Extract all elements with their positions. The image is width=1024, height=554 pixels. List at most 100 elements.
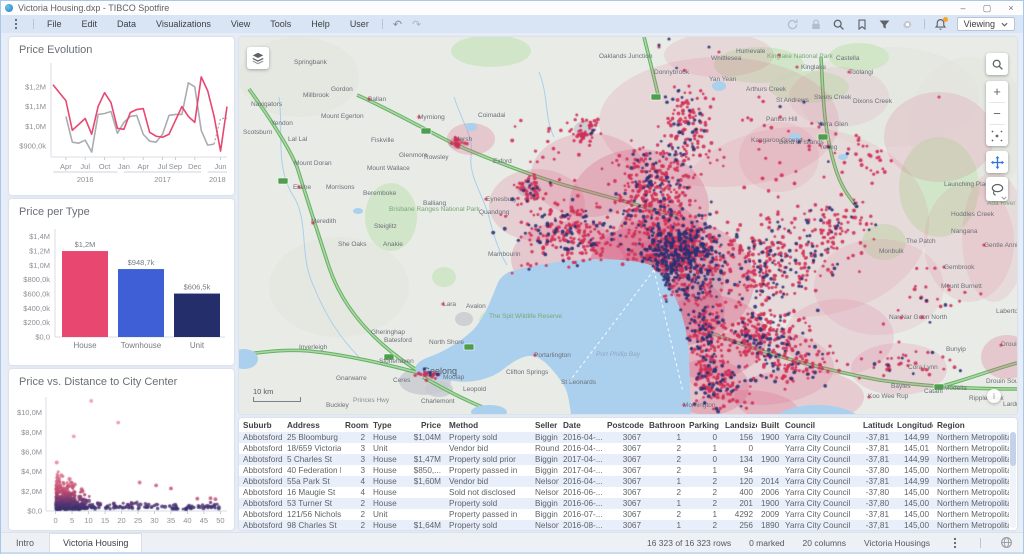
- bookmarks-icon[interactable]: [855, 17, 869, 31]
- menu-item-visualizations[interactable]: Visualizations: [153, 17, 214, 31]
- table-row[interactable]: Abbotsford 121/56 Nicholso... 2 Unit Propert…: [239, 509, 1009, 520]
- price-distance-chart[interactable]: $0,0 $2,0M $4,0M $6,0M $8,0M $10,0M 0 5 10 15 20 25…: [9, 389, 234, 529]
- table-scrollbar[interactable]: [1010, 432, 1016, 528]
- column-header-parking[interactable]: Parking: [685, 418, 721, 432]
- zoom-out-button[interactable]: −: [986, 103, 1008, 124]
- menu-item-edit[interactable]: Edit: [79, 17, 101, 31]
- notifications-icon[interactable]: [934, 17, 948, 31]
- price-per-type-chart[interactable]: $1,4M $1,2M $1,0M $800,0k $600,0k $400,0k $200…: [9, 219, 234, 363]
- status-more-icon[interactable]: [948, 536, 962, 550]
- table-row[interactable]: Abbotsford 18/659 Victoria St 3 Unit Vendor …: [239, 443, 1009, 454]
- menu-item-file[interactable]: File: [44, 17, 65, 31]
- more-menu-icon[interactable]: [9, 17, 23, 31]
- map-label: Navigators: [251, 101, 283, 108]
- globe-icon[interactable]: [999, 536, 1013, 550]
- map-label: St Leonards: [561, 379, 597, 386]
- pan-tool-button[interactable]: [986, 151, 1008, 173]
- column-header-longitude[interactable]: Longitude: [893, 418, 933, 432]
- map-label: Yan Yean: [709, 76, 737, 83]
- minimize-button[interactable]: –: [951, 2, 975, 15]
- table-cell: 400: [739, 488, 753, 497]
- table-cell: 2: [676, 455, 681, 464]
- table-cell: 2: [360, 499, 365, 508]
- table-row[interactable]: Abbotsford 53 Turner St 2 House Property sol…: [239, 498, 1009, 509]
- table-row[interactable]: Abbotsford 98 Charles St 2 House $1,64M Prope…: [239, 520, 1009, 530]
- map-attribution-button[interactable]: i: [987, 389, 1001, 403]
- table-cell: Yarra City Council: [785, 433, 851, 442]
- maximize-button[interactable]: ▢: [975, 2, 999, 15]
- svg-text:$1,0M: $1,0M: [29, 261, 50, 270]
- svg-text:Apr: Apr: [60, 162, 72, 171]
- zoom-in-button[interactable]: +: [986, 81, 1008, 102]
- column-header-address[interactable]: Address: [283, 418, 341, 432]
- column-header-type[interactable]: Type: [369, 418, 403, 432]
- map-visualization[interactable]: Navigators Scotsburn Yendon Lal Lal Mount Eg…: [239, 37, 1017, 414]
- menu-item-user[interactable]: User: [347, 17, 372, 31]
- table-cell: 121/56 Nicholso...: [287, 510, 341, 519]
- map-search-button[interactable]: [986, 53, 1008, 75]
- column-header-region[interactable]: Region: [933, 418, 1009, 432]
- tab-victoria-housing[interactable]: Victoria Housing: [49, 533, 143, 552]
- column-header-latitude[interactable]: Latitude: [859, 418, 893, 432]
- table-cell: $1,60M: [413, 477, 441, 486]
- menu-item-data[interactable]: Data: [114, 17, 139, 31]
- column-header-method[interactable]: Method: [445, 418, 531, 432]
- table-row[interactable]: Abbotsford 55a Park St 4 House $1,60M Vendor …: [239, 476, 1009, 487]
- column-header-landsize[interactable]: Landsize: [721, 418, 757, 432]
- map-label: Springbank: [294, 59, 328, 66]
- scrollbar-thumb[interactable]: [1010, 432, 1016, 466]
- viewing-mode-dropdown[interactable]: Viewing: [956, 17, 1015, 31]
- svg-text:$1,2M: $1,2M: [29, 247, 50, 256]
- table-row[interactable]: Abbotsford 16 Maugie St 4 House Sold not dis…: [239, 487, 1009, 498]
- table-cell: House: [373, 499, 397, 508]
- table-row[interactable]: Abbotsford 40 Federation La 3 House $850,...…: [239, 465, 1009, 476]
- column-header-date[interactable]: Date: [559, 418, 603, 432]
- table-row[interactable]: Abbotsford 25 Bloomburg St 2 House $1,04M Pro…: [239, 432, 1009, 443]
- lock-icon[interactable]: [809, 17, 823, 31]
- table-cell: 1: [676, 499, 681, 508]
- column-header-built[interactable]: Built: [757, 418, 781, 432]
- lasso-tool-button[interactable]: [986, 177, 1008, 201]
- sync-icon[interactable]: [786, 17, 800, 31]
- redo-icon[interactable]: ↷: [412, 18, 421, 31]
- table-cell: 2016-04-...: [563, 477, 603, 486]
- undo-icon[interactable]: ↶: [393, 18, 402, 31]
- map-label: Dixons Creek: [853, 98, 893, 105]
- price-evolution-chart[interactable]: $1,2M $1,1M $1,0M $900,0k Apr Jul Oct Jan Apr Jul…: [9, 59, 234, 193]
- svg-text:10: 10: [84, 516, 92, 525]
- menu-item-tools[interactable]: Tools: [267, 17, 294, 31]
- table-cell: 40 Federation La: [287, 466, 341, 475]
- settings-icon[interactable]: [901, 17, 915, 31]
- close-button[interactable]: ×: [999, 2, 1023, 15]
- map-label: Modella: [944, 385, 967, 392]
- map-label: The Spit Wildlife Reserve: [489, 313, 562, 320]
- column-header-seller[interactable]: Seller: [531, 418, 559, 432]
- column-header-rooms[interactable]: Rooms: [341, 418, 369, 432]
- tab-intro[interactable]: Intro: [3, 533, 47, 552]
- table-cell: 2016-04-...: [563, 444, 603, 453]
- column-header-price[interactable]: Price: [403, 418, 445, 432]
- table-cell: 3067: [622, 488, 641, 497]
- map-label: Avalon: [466, 303, 486, 310]
- map-label: Millbrook: [303, 92, 330, 99]
- table-cell: 3067: [622, 444, 641, 453]
- column-header-postcode[interactable]: Postcode: [603, 418, 645, 432]
- table-cell: Property sold prior: [449, 455, 516, 464]
- zoom-reset-button[interactable]: [986, 125, 1008, 146]
- table-cell: Abbotsford: [243, 433, 283, 442]
- filter-icon[interactable]: [878, 17, 892, 31]
- column-header-council[interactable]: Council: [781, 418, 859, 432]
- table-cell: 120: [739, 477, 753, 486]
- table-cell: 3067: [622, 477, 641, 486]
- table-cell: -37,81: [865, 521, 889, 530]
- column-header-bathroom[interactable]: Bathroom: [645, 418, 685, 432]
- menu-item-help[interactable]: Help: [308, 17, 333, 31]
- table-cell: $1,47M: [413, 455, 441, 464]
- separator: [923, 19, 925, 29]
- column-header-suburb[interactable]: Suburb: [239, 418, 283, 432]
- menu-item-view[interactable]: View: [228, 17, 253, 31]
- svg-text:30: 30: [150, 516, 158, 525]
- search-icon[interactable]: [832, 17, 846, 31]
- map-layers-button[interactable]: [247, 47, 269, 69]
- table-row[interactable]: Abbotsford 5 Charles St 3 House $1,47M Proper…: [239, 454, 1009, 465]
